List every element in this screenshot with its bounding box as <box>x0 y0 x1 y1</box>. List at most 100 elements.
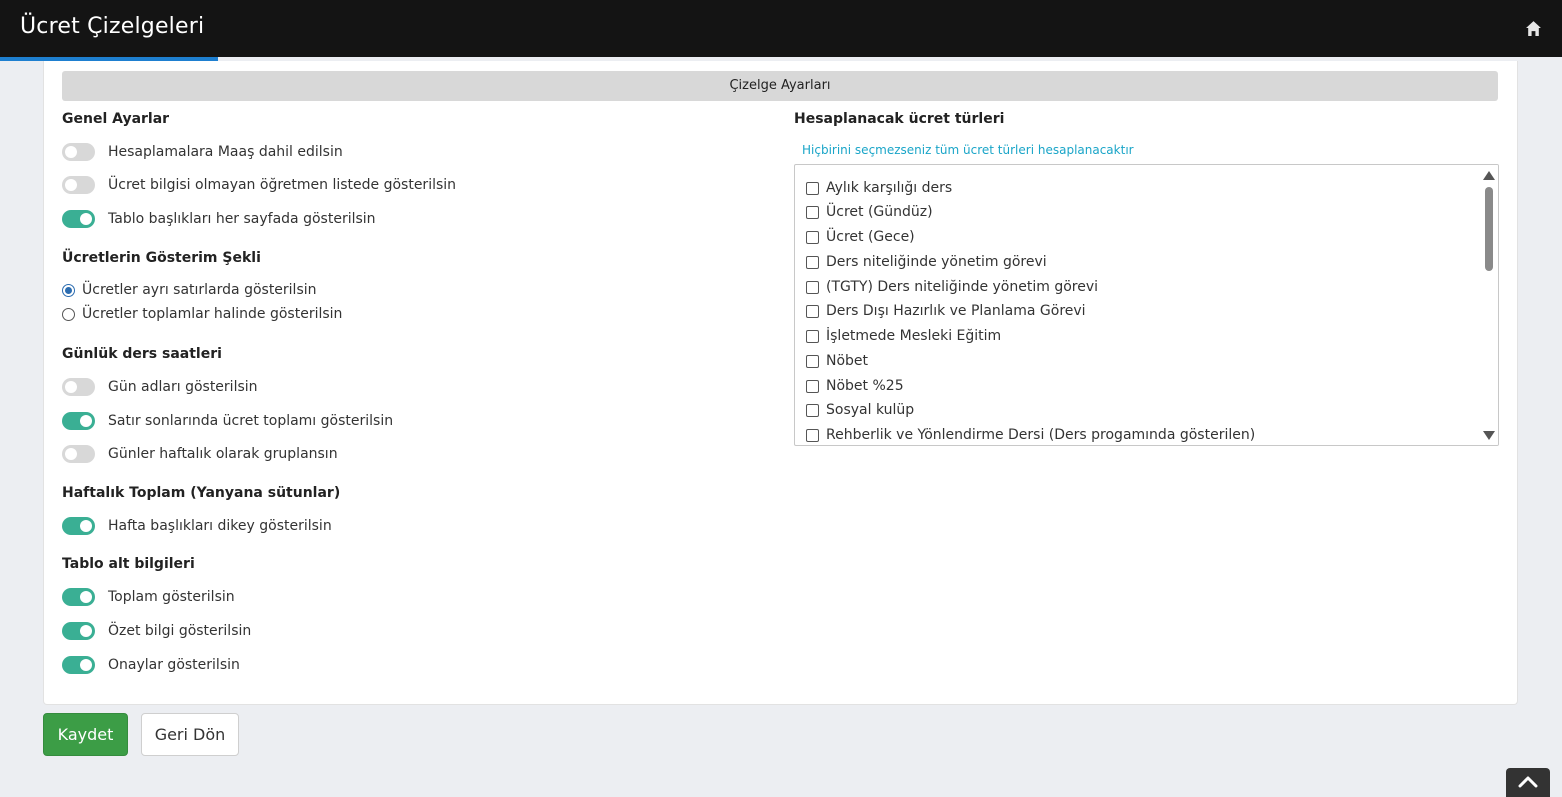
list-item[interactable]: Nöbet <box>806 350 868 372</box>
toggle-knob <box>65 381 77 393</box>
top-bar: Ücret Çizelgeleri <box>0 0 1562 61</box>
daily-hours-heading: Günlük ders saatleri <box>62 346 222 362</box>
toggle-row-group-weekly: Günler haftalık olarak gruplansın <box>62 443 338 465</box>
checkbox[interactable] <box>806 428 819 442</box>
toggle-row-show-summary: Özet bilgi gösterilsin <box>62 620 251 642</box>
toggle-show-approvals[interactable] <box>62 656 95 674</box>
toggle-vertical-week-headers[interactable] <box>62 517 95 535</box>
save-button[interactable]: Kaydet <box>43 713 128 756</box>
list-item-label: Sosyal kulüp <box>826 402 915 418</box>
general-settings-heading: Genel Ayarlar <box>62 111 170 127</box>
checkbox[interactable] <box>806 230 819 244</box>
toggle-row-vertical-week-headers: Hafta başlıkları dikey gösterilsin <box>62 515 332 537</box>
toggle-show-teachers-without-fee[interactable] <box>62 176 95 194</box>
toggle-label: Ücret bilgisi olmayan öğretmen listede g… <box>108 177 457 193</box>
list-item-label: Nöbet %25 <box>826 378 904 394</box>
radio-label: Ücretler ayrı satırlarda gösterilsin <box>82 282 317 298</box>
toggle-day-names[interactable] <box>62 378 95 396</box>
scroll-to-top-button[interactable] <box>1506 768 1550 797</box>
list-item-label: (TGTY) Ders niteliğinde yönetim görevi <box>826 279 1099 295</box>
toggle-label: Onaylar gösterilsin <box>108 657 240 673</box>
section-title-bar: Çizelge Ayarları <box>62 71 1498 101</box>
toggle-knob <box>80 659 92 671</box>
list-item[interactable]: Ders niteliğinde yönetim görevi <box>806 251 1047 273</box>
toggle-row-row-end-totals: Satır sonlarında ücret toplamı gösterils… <box>62 410 393 432</box>
toggle-row-show-total: Toplam gösterilsin <box>62 586 235 608</box>
toggle-knob <box>80 591 92 603</box>
list-item[interactable]: Nöbet %25 <box>806 375 904 397</box>
fee-types-hint: Hiçbirini seçmezseniz tüm ücret türleri … <box>802 143 1134 157</box>
list-item[interactable]: İşletmede Mesleki Eğitim <box>806 325 1001 347</box>
fee-types-heading: Hesaplanacak ücret türleri <box>794 111 1005 127</box>
list-item-label: İşletmede Mesleki Eğitim <box>826 328 1002 344</box>
radio-totals[interactable] <box>62 307 75 321</box>
list-item-label: Ders niteliğinde yönetim görevi <box>826 254 1047 270</box>
checkbox[interactable] <box>806 354 819 368</box>
toggle-row-table-headers-every-page: Tablo başlıkları her sayfada gösterilsin <box>62 208 376 230</box>
list-item[interactable]: Ücret (Gece) <box>806 226 915 248</box>
list-item-label: Aylık karşılığı ders <box>826 180 953 196</box>
list-item-label: Rehberlik ve Yönlendirme Dersi (Ders pro… <box>826 427 1256 443</box>
toggle-label: Toplam gösterilsin <box>108 589 235 605</box>
toggle-group-weekly[interactable] <box>62 445 95 463</box>
list-item-label: Ücret (Gece) <box>826 229 915 245</box>
toggle-show-summary[interactable] <box>62 622 95 640</box>
toggle-label: Hesaplamalara Maaş dahil edilsin <box>108 144 343 160</box>
toggle-knob <box>65 179 77 191</box>
list-item[interactable]: Aylık karşılığı ders <box>806 177 952 199</box>
radio-label: Ücretler toplamlar halinde gösterilsin <box>82 306 343 322</box>
toggle-knob <box>80 625 92 637</box>
toggle-show-total[interactable] <box>62 588 95 606</box>
toggle-table-headers-every-page[interactable] <box>62 210 95 228</box>
list-item[interactable]: (TGTY) Ders niteliğinde yönetim görevi <box>806 276 1098 298</box>
toggle-label: Tablo başlıkları her sayfada gösterilsin <box>108 211 376 227</box>
toggle-row-show-approvals: Onaylar gösterilsin <box>62 654 240 676</box>
checkbox[interactable] <box>806 205 819 219</box>
radio-row-separate-rows[interactable]: Ücretler ayrı satırlarda gösterilsin <box>62 280 317 300</box>
list-item-label: Ders Dışı Hazırlık ve Planlama Görevi <box>826 303 1086 319</box>
scroll-thumb[interactable] <box>1485 187 1493 271</box>
scroll-up-arrow-icon[interactable] <box>1483 171 1495 180</box>
radio-row-totals[interactable]: Ücretler toplamlar halinde gösterilsin <box>62 304 342 324</box>
checkbox[interactable] <box>806 255 819 269</box>
page-title: Ücret Çizelgeleri <box>20 14 205 39</box>
checkbox[interactable] <box>806 181 819 195</box>
checkbox[interactable] <box>806 280 819 294</box>
list-item[interactable]: Rehberlik ve Yönlendirme Dersi (Ders pro… <box>806 424 1256 445</box>
scroll-down-arrow-icon[interactable] <box>1483 431 1495 440</box>
checkbox[interactable] <box>806 304 819 318</box>
table-footer-heading: Tablo alt bilgileri <box>62 556 195 572</box>
toggle-knob <box>65 448 77 460</box>
list-item[interactable]: Sosyal kulüp <box>806 399 914 421</box>
list-item[interactable]: Ücret (Gündüz) <box>806 201 933 223</box>
listbox-scrollbar[interactable] <box>1480 165 1498 445</box>
home-icon[interactable] <box>1525 20 1542 37</box>
display-mode-heading: Ücretlerin Gösterim Şekli <box>62 250 261 266</box>
toggle-row-show-teachers-without-fee: Ücret bilgisi olmayan öğretmen listede g… <box>62 174 456 196</box>
toggle-knob <box>80 415 92 427</box>
settings-panel: Çizelge Ayarları Genel Ayarlar Hesaplama… <box>43 61 1518 705</box>
list-item[interactable]: Ders Dışı Hazırlık ve Planlama Görevi <box>806 300 1086 322</box>
fee-types-listbox[interactable]: Aylık karşılığı ders Ücret (Gündüz) Ücre… <box>794 164 1499 446</box>
toggle-knob <box>65 146 77 158</box>
toggle-label: Gün adları gösterilsin <box>108 379 258 395</box>
toggle-knob <box>80 213 92 225</box>
toggle-label: Satır sonlarında ücret toplamı gösterils… <box>108 413 394 429</box>
toggle-row-day-names: Gün adları gösterilsin <box>62 376 258 398</box>
list-item-label: Ücret (Gündüz) <box>826 204 933 220</box>
checkbox[interactable] <box>806 403 819 417</box>
toggle-row-include-salary: Hesaplamalara Maaş dahil edilsin <box>62 141 343 163</box>
checkbox[interactable] <box>806 379 819 393</box>
weekly-total-heading: Haftalık Toplam (Yanyana sütunlar) <box>62 485 341 501</box>
toggle-row-end-totals[interactable] <box>62 412 95 430</box>
toggle-label: Hafta başlıkları dikey gösterilsin <box>108 518 332 534</box>
toggle-knob <box>80 520 92 532</box>
toggle-label: Özet bilgi gösterilsin <box>108 623 252 639</box>
checkbox[interactable] <box>806 329 819 343</box>
list-item-label: Nöbet <box>826 353 869 369</box>
radio-separate-rows[interactable] <box>62 283 75 297</box>
toggle-include-salary[interactable] <box>62 143 95 161</box>
toggle-label: Günler haftalık olarak gruplansın <box>108 446 338 462</box>
back-button[interactable]: Geri Dön <box>141 713 239 756</box>
chevron-up-icon <box>1518 776 1538 788</box>
